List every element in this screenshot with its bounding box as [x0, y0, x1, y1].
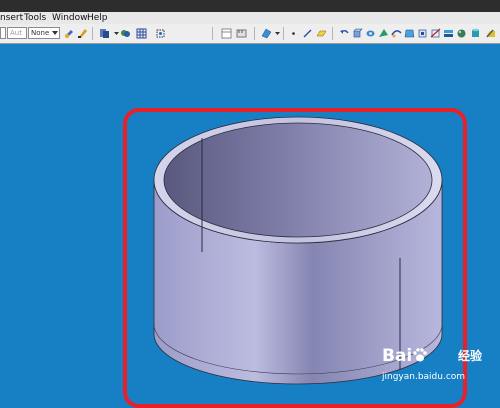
point-icon[interactable]	[288, 27, 299, 39]
toolbar-separator	[332, 27, 333, 40]
toolbar-edge-combo[interactable]	[0, 27, 6, 39]
extrude-icon[interactable]	[352, 27, 363, 39]
watermark-url: jingyan.baidu.com	[382, 372, 466, 382]
revolve-icon[interactable]	[365, 27, 376, 39]
menu-help[interactable]: Help	[87, 12, 108, 24]
menu-window[interactable]: Window	[52, 12, 88, 24]
swap-visible-space-icon[interactable]	[120, 27, 131, 39]
thickness-icon[interactable]	[443, 27, 454, 39]
line-icon[interactable]	[302, 27, 313, 39]
menu-tools[interactable]: Tools	[24, 12, 46, 24]
watermark-chinese-text: 经验	[458, 349, 483, 363]
view-mode-icon[interactable]	[261, 27, 272, 39]
toolbar-separator	[92, 27, 93, 40]
line-type-select[interactable]: Aut	[7, 27, 27, 39]
cylinder-icon[interactable]	[470, 27, 481, 39]
layer-select[interactable]: None	[28, 27, 60, 39]
layer-value: None	[31, 29, 50, 37]
blend-icon[interactable]	[391, 27, 402, 39]
plane-icon[interactable]	[316, 27, 327, 39]
watermark-brand-text: Bai	[382, 346, 413, 366]
watermark-logo: Bai	[382, 346, 428, 366]
measure-icon[interactable]	[236, 27, 247, 39]
fit-all-icon[interactable]	[155, 27, 166, 39]
toolbar-separator	[212, 27, 213, 40]
brush-icon[interactable]	[77, 27, 88, 39]
menu-insert[interactable]: nsert	[0, 12, 23, 24]
paw-icon	[413, 348, 428, 362]
view-dropdown-arrow-icon[interactable]	[272, 27, 283, 39]
paint-icon[interactable]	[64, 27, 75, 39]
baidu-jingyan-watermark: Bai 经验 jingyan.baidu.com	[382, 344, 498, 388]
sphere-icon[interactable]	[456, 27, 467, 39]
fill-icon[interactable]	[404, 27, 415, 39]
grid-icon[interactable]	[136, 27, 147, 39]
line-type-value: Aut	[10, 29, 22, 37]
toolbar-separator	[254, 27, 255, 40]
layers-icon[interactable]	[99, 27, 110, 39]
toolbar: Aut None	[0, 24, 500, 44]
offset-icon[interactable]	[417, 27, 428, 39]
title-bar	[0, 0, 500, 12]
chevron-down-icon	[52, 31, 58, 35]
split-icon[interactable]	[430, 27, 441, 39]
surface-icon[interactable]	[485, 27, 496, 39]
toolbar-separator	[283, 27, 284, 40]
sweep-icon[interactable]	[378, 27, 389, 39]
undo-icon[interactable]	[339, 27, 350, 39]
table-icon[interactable]	[221, 27, 232, 39]
